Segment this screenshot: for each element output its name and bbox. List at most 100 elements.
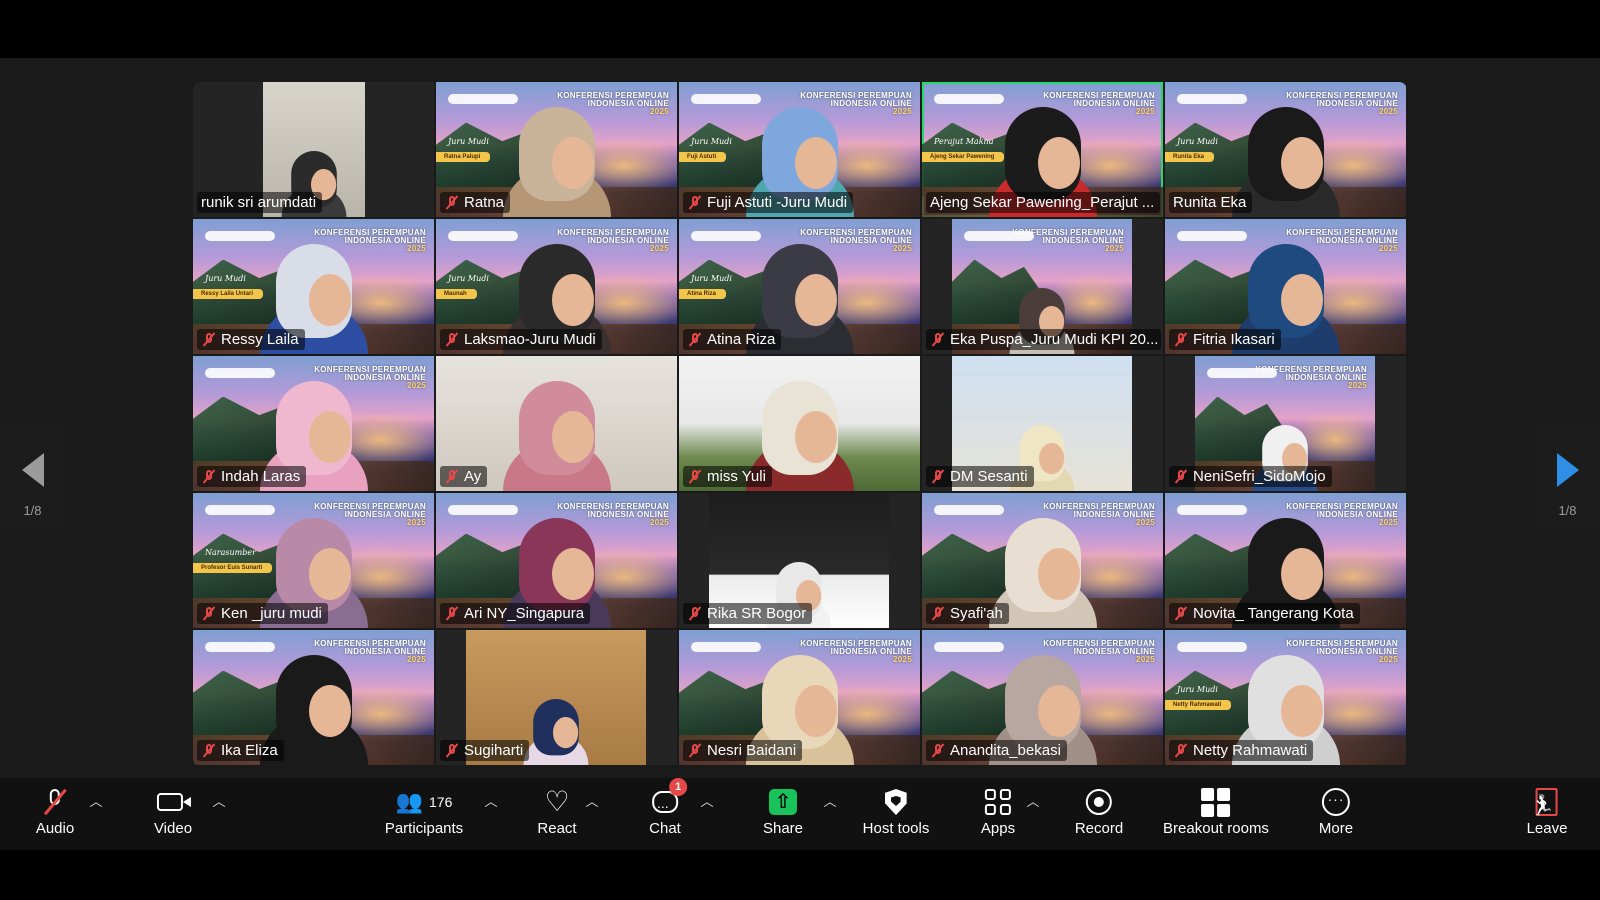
participant-tile[interactable]: Sugiharti (436, 630, 677, 765)
apps-label: Apps (980, 820, 1016, 837)
host-tools-label: Host tools (862, 820, 930, 837)
participant-name-label: Rika SR Bogor (683, 603, 813, 624)
role-script-text: Perajut Makna (934, 137, 994, 146)
participant-name-label: runik sri arumdati (197, 192, 323, 213)
participant-tile[interactable]: KONFERENSI PEREMPUAN INDONESIA ONLINE 2025… (679, 82, 920, 217)
video-options-caret[interactable]: ︿ (212, 791, 225, 810)
leave-button[interactable]: Leave (1527, 786, 1567, 837)
share-screen-icon: ⇧ (769, 789, 797, 815)
microphone-muted-icon (1173, 332, 1189, 347)
participant-name: Fitria Ikasari (1193, 331, 1275, 348)
participant-name: Atina Riza (707, 331, 776, 348)
participant-video-person (502, 373, 611, 491)
participants-button[interactable]: 👥 176 Participants (385, 786, 463, 837)
previous-page-button[interactable]: 1/8 (0, 418, 65, 528)
microphone-muted-icon (930, 332, 946, 347)
leave-door-icon (1536, 788, 1558, 816)
participant-tile[interactable]: Ay (436, 356, 677, 491)
participant-name: Ari NY_Singapura (464, 605, 585, 622)
participant-name: Runita Eka (1173, 194, 1247, 211)
participant-tile[interactable]: KONFERENSI PEREMPUAN INDONESIA ONLINE 2025… (193, 630, 434, 765)
chat-button[interactable]: 1 Chat (649, 778, 688, 837)
record-button[interactable]: Record (1075, 786, 1123, 837)
participant-name-label: Ressy Laila (197, 329, 305, 350)
microphone-muted-icon (201, 606, 217, 621)
breakout-rooms-button[interactable]: Breakout rooms (1163, 786, 1269, 837)
audio-button[interactable]: Audio (36, 786, 74, 837)
apps-options-caret[interactable]: ︿ (1026, 791, 1039, 810)
participant-tile[interactable]: KONFERENSI PEREMPUAN INDONESIA ONLINE 2025… (679, 219, 920, 354)
react-button[interactable]: ♡ React (537, 786, 576, 837)
participant-video-person (523, 694, 589, 765)
participant-name-label: miss Yuli (683, 466, 772, 487)
participants-count: 176 (429, 794, 453, 810)
share-options-caret[interactable]: ︿ (823, 791, 836, 810)
participant-tile[interactable]: KONFERENSI PEREMPUAN INDONESIA ONLINE 2025… (1165, 219, 1406, 354)
participant-name: Laksmao-Juru Mudi (464, 331, 596, 348)
host-tools-button[interactable]: Host tools (862, 786, 930, 837)
participant-name-label: Syafi'ah (926, 603, 1009, 624)
participants-options-caret[interactable]: ︿ (484, 791, 497, 810)
record-label: Record (1074, 820, 1124, 837)
role-script-text: Juru Mudi (691, 274, 732, 283)
microphone-muted-icon (687, 195, 703, 210)
participant-tile[interactable]: KONFERENSI PEREMPUAN INDONESIA ONLINE 2025… (922, 630, 1163, 765)
participant-name-label: DM Sesanti (926, 466, 1034, 487)
participant-tile[interactable]: KONFERENSI PEREMPUAN INDONESIA ONLINE 2025… (922, 493, 1163, 628)
participant-name-label: Indah Laras (197, 466, 307, 487)
participant-name-label: Netty Rahmawati (1169, 740, 1314, 761)
apps-button[interactable]: Apps (981, 786, 1015, 837)
react-options-caret[interactable]: ︿ (585, 791, 598, 810)
audio-label: Audio (35, 820, 75, 837)
participant-name: Ajeng Sekar Pawening_Perajut ... (930, 194, 1155, 211)
participant-name-label: Novita_ Tangerang Kota (1169, 603, 1360, 624)
participant-tile[interactable]: KONFERENSI PEREMPUAN INDONESIA ONLINE 2025… (193, 493, 434, 628)
participant-tile[interactable]: miss Yuli (679, 356, 920, 491)
participant-name-label: Eka Puspa_Juru Mudi KPI 20... (926, 329, 1161, 350)
participants-icon: 👥 (395, 789, 424, 814)
microphone-muted-icon (444, 195, 460, 210)
audio-options-caret[interactable]: ︿ (89, 791, 102, 810)
participant-tile[interactable]: KONFERENSI PEREMPUAN INDONESIA ONLINE 2025… (1165, 82, 1406, 217)
participant-name: Nesri Baidani (707, 742, 797, 759)
participant-tile[interactable]: Rika SR Bogor (679, 493, 920, 628)
participant-name-label: Anandita_bekasi (926, 740, 1067, 761)
participant-name: NeniSefri_SidoMojo (1193, 468, 1326, 485)
banner-line: 2025 (1105, 244, 1124, 253)
participant-tile[interactable]: KONFERENSI PEREMPUAN INDONESIA ONLINE 2025… (922, 219, 1163, 354)
chat-unread-badge: 1 (669, 778, 688, 796)
video-button[interactable]: Video (154, 786, 192, 837)
microphone-muted-icon (687, 332, 703, 347)
participant-tile[interactable]: KONFERENSI PEREMPUAN INDONESIA ONLINE 2025… (436, 493, 677, 628)
next-page-button[interactable]: 1/8 (1535, 418, 1600, 528)
microphone-muted-icon (687, 606, 703, 621)
bottom-spacer (0, 850, 1600, 900)
more-icon: ··· (1322, 788, 1350, 816)
participant-tile[interactable]: KONFERENSI PEREMPUAN INDONESIA ONLINE 2025… (193, 219, 434, 354)
microphone-muted-icon (687, 469, 703, 484)
more-button[interactable]: ··· More (1319, 786, 1353, 837)
participant-tile[interactable]: KONFERENSI PEREMPUAN INDONESIA ONLINE 2025… (1165, 356, 1406, 491)
chat-options-caret[interactable]: ︿ (700, 791, 713, 810)
breakout-rooms-icon (1201, 787, 1231, 817)
participant-tile[interactable]: runik sri arumdati (193, 82, 434, 217)
participant-tile[interactable]: KONFERENSI PEREMPUAN INDONESIA ONLINE 2025… (679, 630, 920, 765)
microphone-muted-icon (930, 743, 946, 758)
participant-name: Netty Rahmawati (1193, 742, 1308, 759)
participant-tile[interactable]: KONFERENSI PEREMPUAN INDONESIA ONLINE 2025… (922, 82, 1163, 217)
react-label: React (537, 820, 577, 837)
participant-tile[interactable]: KONFERENSI PEREMPUAN INDONESIA ONLINE 2025… (1165, 493, 1406, 628)
name-badge-overlay: Runita Eka (1165, 152, 1215, 162)
name-badge-overlay: Netty Rahmawati (1165, 700, 1232, 710)
share-button[interactable]: ⇧ Share (763, 786, 803, 837)
participant-tile[interactable]: KONFERENSI PEREMPUAN INDONESIA ONLINE 2025… (193, 356, 434, 491)
participant-tile[interactable]: DM Sesanti (922, 356, 1163, 491)
participant-tile[interactable]: KONFERENSI PEREMPUAN INDONESIA ONLINE 2025… (436, 219, 677, 354)
participant-name-label: Ari NY_Singapura (440, 603, 591, 624)
role-script-text: Juru Mudi (448, 137, 489, 146)
microphone-muted-icon (1173, 606, 1189, 621)
participant-name-label: Ay (440, 466, 488, 487)
participant-tile[interactable]: KONFERENSI PEREMPUAN INDONESIA ONLINE 2025… (436, 82, 677, 217)
name-badge-overlay: Ratna Palupi (436, 152, 491, 162)
participant-tile[interactable]: KONFERENSI PEREMPUAN INDONESIA ONLINE 2025… (1165, 630, 1406, 765)
